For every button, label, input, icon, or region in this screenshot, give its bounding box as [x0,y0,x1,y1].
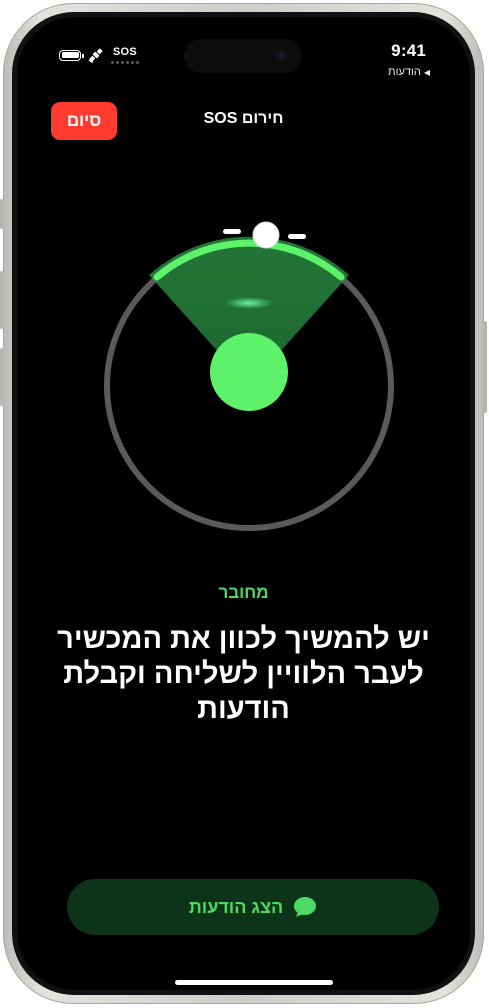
volume-down-button [0,348,4,406]
home-indicator[interactable] [175,980,333,985]
signal-glow [225,297,273,309]
satellite-marker-left [223,229,241,234]
connection-status: מחובר [218,583,269,602]
action-button [0,199,4,229]
phone-bezel: SOS 9:41 ◀ הודעות סיום חירום SOS מחובר י… [12,12,475,995]
satellite-pointing-graphic [104,221,394,531]
show-messages-label: הצג הודעות [188,896,284,917]
show-messages-button[interactable]: הצג הודעות [67,879,439,935]
volume-up-button [0,271,4,329]
satellite-marker-right [288,234,306,239]
screen: SOS 9:41 ◀ הודעות סיום חירום SOS מחובר י… [17,17,470,990]
message-bubble-icon [294,897,317,917]
power-button [483,321,487,413]
device-position-dot [210,333,288,411]
satellite-dot [252,221,280,249]
instruction-text: יש להמשיך לכוון את המכשיר לעבר הלוויין ל… [57,623,430,725]
phone-frame: SOS 9:41 ◀ הודעות סיום חירום SOS מחובר י… [0,3,487,1004]
